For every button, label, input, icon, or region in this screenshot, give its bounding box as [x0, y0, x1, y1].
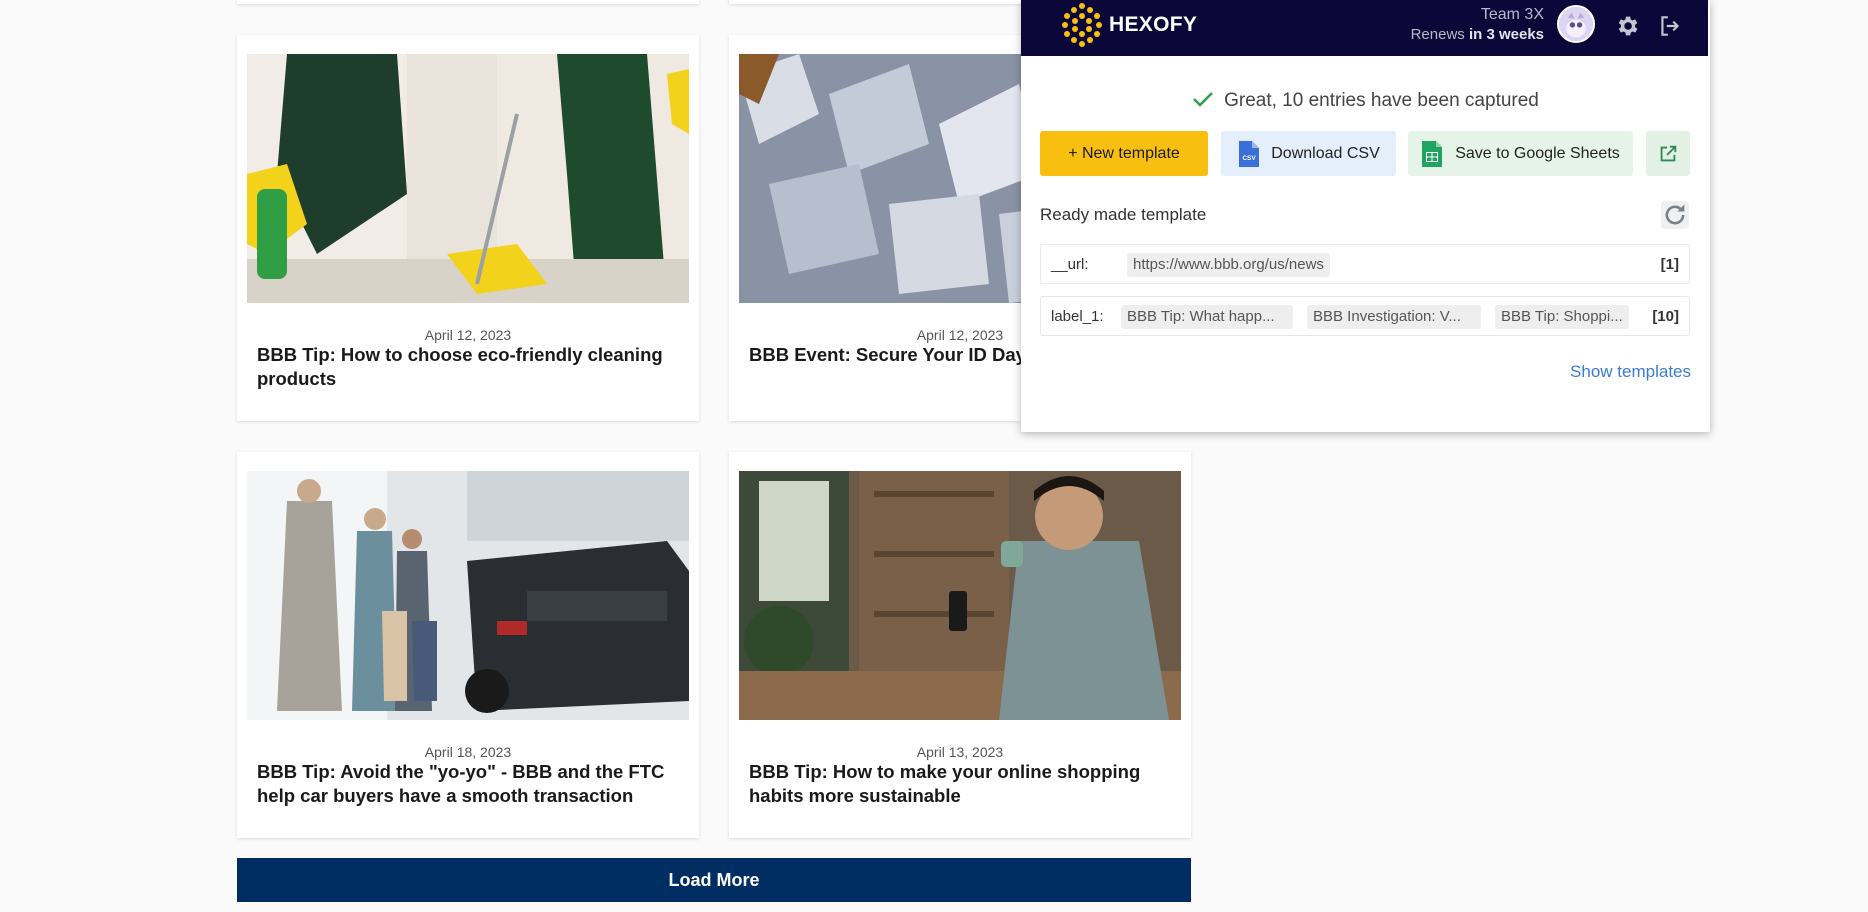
new-template-button[interactable]: + New template [1040, 131, 1208, 176]
value-chip[interactable]: BBB Investigation: V... [1307, 305, 1481, 329]
article-card[interactable]: April 13, 2023 BBB Tip: How to make your… [729, 452, 1191, 838]
renewal-info: Renews in 3 weeks [1411, 25, 1544, 45]
csv-file-icon: CSV [1239, 140, 1260, 167]
article-image[interactable] [247, 471, 689, 720]
hexofy-logo-icon [1062, 3, 1102, 47]
row-count: [1] [1660, 256, 1679, 273]
row-label: label_1: [1051, 308, 1104, 325]
renewal-when: in 3 weeks [1468, 26, 1544, 43]
google-sheets-icon [1422, 140, 1443, 167]
check-icon [1193, 92, 1213, 107]
section-label: Ready made template [1040, 205, 1207, 224]
download-csv-label: Download CSV [1271, 144, 1380, 162]
article-date: April 18, 2023 [424, 744, 512, 760]
open-external-button[interactable] [1646, 131, 1690, 176]
status-text: Great, 10 entries have been captured [1224, 90, 1539, 111]
value-chip[interactable]: https://www.bbb.org/us/news [1127, 253, 1330, 277]
value-chip[interactable]: BBB Tip: What happ... [1121, 305, 1293, 329]
renewal-prefix: Renews [1410, 26, 1469, 43]
article-date: April 13, 2023 [916, 744, 1004, 760]
logout-icon[interactable] [1657, 13, 1683, 39]
avatar[interactable] [1557, 5, 1595, 43]
template-row-url: __url: https://www.bbb.org/us/news [1] [1040, 244, 1690, 284]
save-google-sheets-label: Save to Google Sheets [1455, 144, 1620, 162]
load-more-button[interactable]: Load More [237, 858, 1191, 902]
article-title[interactable]: BBB Tip: Avoid the "yo-yo" - BBB and the… [257, 760, 679, 808]
brand-name: HEXOFY [1109, 13, 1198, 36]
refresh-icon [1665, 204, 1685, 225]
save-google-sheets-button[interactable]: Save to Google Sheets [1408, 131, 1633, 176]
capture-status: Great, 10 entries have been captured [1021, 90, 1710, 112]
article-card[interactable]: April 12, 2023 BBB Tip: How to choose ec… [237, 35, 699, 421]
show-templates-link[interactable]: Show templates [1570, 362, 1691, 382]
article-title[interactable]: BBB Tip: How to make your online shoppin… [749, 760, 1171, 808]
gear-icon[interactable] [1614, 13, 1640, 39]
article-title[interactable]: BBB Tip: How to choose eco-friendly clea… [257, 343, 679, 391]
article-image[interactable] [247, 54, 689, 303]
popup-header: HEXOFY Team 3X Renews in 3 weeks [1021, 0, 1708, 56]
article-date: April 12, 2023 [424, 327, 512, 343]
subscription-info: Team 3X Renews in 3 weeks [1411, 5, 1544, 45]
row-count: [10] [1652, 308, 1679, 325]
new-template-label: + New template [1068, 144, 1180, 162]
csv-badge-text: CSV [1243, 155, 1257, 162]
download-csv-button[interactable]: CSV Download CSV [1221, 131, 1396, 176]
article-card[interactable]: April 18, 2023 BBB Tip: Avoid the "yo-yo… [237, 452, 699, 838]
value-chip[interactable]: BBB Tip: Shoppi... [1495, 305, 1629, 329]
refresh-button[interactable] [1661, 201, 1689, 229]
hexofy-popup: HEXOFY Team 3X Renews in 3 weeks Great, … [1021, 0, 1710, 432]
template-row-label: label_1: BBB Tip: What happ... BBB Inves… [1040, 296, 1690, 336]
team-name: Team 3X [1480, 6, 1544, 23]
external-link-icon [1660, 145, 1677, 161]
row-label: __url: [1051, 256, 1089, 273]
article-image[interactable] [739, 471, 1181, 720]
article-card-partial[interactable] [237, 0, 699, 4]
